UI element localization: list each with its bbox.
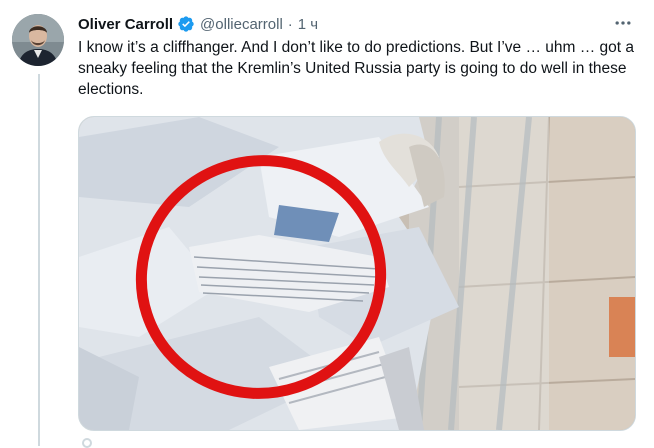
- reply-icon[interactable]: [82, 438, 92, 448]
- author-handle[interactable]: @olliecarroll: [200, 16, 283, 33]
- verified-badge-icon: [177, 15, 195, 33]
- tweet[interactable]: Oliver Carroll @olliecarroll · 1 ч I kno…: [0, 0, 654, 448]
- thread-line: [38, 74, 40, 446]
- tweet-photo[interactable]: [78, 116, 636, 431]
- tweet-text: I know it’s a cliffhanger. And I don’t l…: [78, 39, 635, 98]
- separator-dot: ·: [287, 15, 293, 33]
- more-horizontal-icon[interactable]: [608, 12, 638, 34]
- timestamp[interactable]: 1 ч: [298, 16, 318, 33]
- tweet-header: Oliver Carroll @olliecarroll · 1 ч: [78, 13, 318, 35]
- author-name[interactable]: Oliver Carroll: [78, 16, 173, 33]
- avatar[interactable]: [12, 14, 64, 66]
